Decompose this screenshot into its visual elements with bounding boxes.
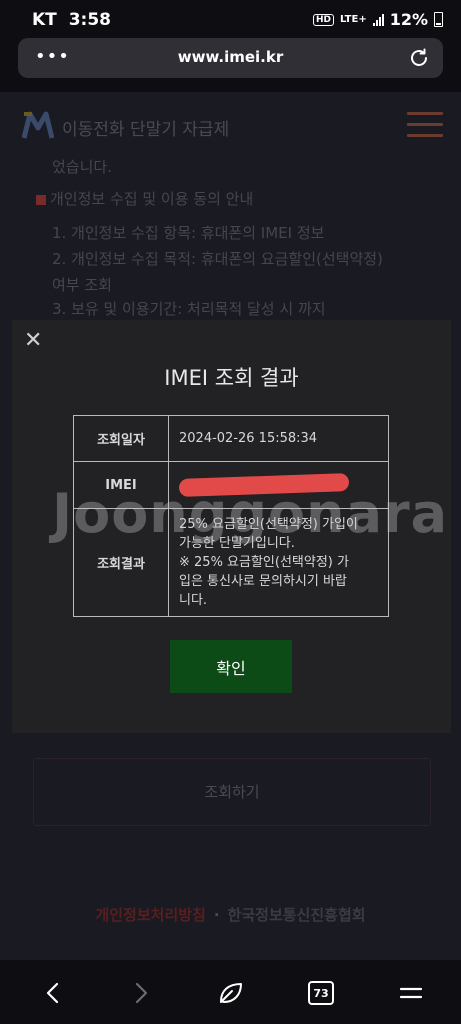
reload-icon[interactable] <box>407 46 431 70</box>
menu-icon[interactable] <box>396 978 426 1008</box>
query-button[interactable]: 조회하기 <box>33 758 431 826</box>
forward-icon[interactable] <box>126 978 156 1008</box>
signal-icon <box>372 13 384 26</box>
bullet-icon <box>36 194 46 205</box>
row-label: 조회일자 <box>73 415 169 462</box>
site-logo-icon <box>22 111 54 139</box>
notice-heading: 개인정보 수집 및 이용 동의 안내 <box>36 188 253 209</box>
site-name[interactable]: 이동전화 단말기 자급제 <box>62 115 229 140</box>
bookmark-leaf-icon[interactable] <box>216 978 246 1008</box>
tabs-count: 73 <box>308 981 334 1005</box>
browser-toolbar: ••• www.imei.kr <box>0 38 461 92</box>
url-text[interactable]: www.imei.kr <box>18 48 443 66</box>
confirm-button[interactable]: 확인 <box>170 640 292 693</box>
kait-link[interactable]: 한국정보통신진흥협회 <box>228 906 366 924</box>
menu-icon[interactable] <box>407 112 443 137</box>
status-carrier-time: KT 3:58 <box>32 10 111 30</box>
tabs-icon[interactable]: 73 <box>306 978 336 1008</box>
site-header: 이동전화 단말기 자급제 <box>0 92 461 154</box>
footer-links: 개인정보처리방침 · 한국정보통신진흥협회 <box>0 904 461 925</box>
close-icon[interactable]: ✕ <box>24 328 42 353</box>
query-date-value: 2024-02-26 15:58:34 <box>168 415 389 462</box>
notice-line: 3. 보유 및 이용기간: 처리목적 달성 시 까지 <box>52 300 326 318</box>
battery-percent: 12% <box>389 10 428 29</box>
status-bar: KT 3:58 HD LTE+ 12% <box>0 0 461 38</box>
browser-bottom-nav: 73 <box>0 960 461 1024</box>
privacy-policy-link[interactable]: 개인정보처리방침 <box>95 906 205 924</box>
footer-separator: · <box>213 906 220 924</box>
modal-title: IMEI 조회 결과 <box>164 366 299 390</box>
notice-line: 2. 개인정보 수집 목적: 휴대폰의 요금할인(선택약정) <box>52 250 383 268</box>
battery-icon <box>434 12 443 27</box>
clock: 3:58 <box>68 10 111 30</box>
back-icon[interactable] <box>38 978 68 1008</box>
watermark: Joonggonara <box>52 482 449 545</box>
table-row: 조회일자 2024-02-26 15:58:34 <box>73 415 389 462</box>
carrier: KT <box>32 10 57 30</box>
lte-icon: LTE+ <box>339 14 367 25</box>
notice-line: 여부 조회 <box>52 276 112 294</box>
notice-line: 1. 개인정보 수집 항목: 휴대폰의 IMEI 정보 <box>52 224 325 242</box>
address-bar[interactable]: ••• www.imei.kr <box>18 38 443 78</box>
query-button-label: 조회하기 <box>204 783 260 801</box>
status-right: HD LTE+ 12% <box>312 10 443 29</box>
hd-voice-icon: HD <box>312 13 334 26</box>
notice-line: 었습니다. <box>52 158 112 176</box>
